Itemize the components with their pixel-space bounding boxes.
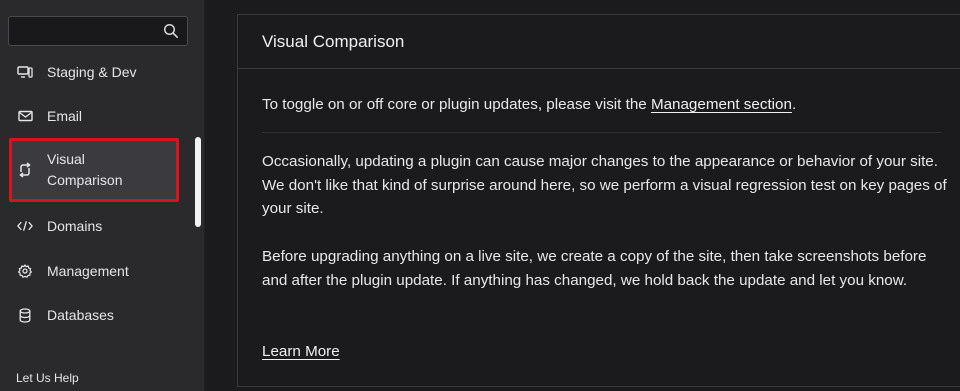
sync-arrows-icon — [17, 162, 33, 178]
management-section-link[interactable]: Management section — [651, 96, 792, 113]
panel-title: Visual Comparison — [262, 32, 405, 51]
sidebar-item-label: Databases — [47, 307, 114, 323]
paragraph-description: Occasionally, updating a plugin can caus… — [262, 153, 947, 217]
search-icon[interactable] — [163, 23, 179, 39]
sidebar-item-label: Visual Comparison — [47, 151, 123, 188]
search-box[interactable] — [8, 16, 188, 46]
sidebar-scrollbar[interactable] — [195, 137, 201, 227]
gear-icon — [17, 263, 33, 279]
intro-text: To toggle on or off core or plugin updat… — [262, 93, 952, 117]
learn-more-link[interactable]: Learn More — [262, 343, 340, 360]
search-input[interactable] — [9, 17, 175, 45]
intro-prefix: To toggle on or off core or plugin updat… — [262, 96, 651, 113]
envelope-icon — [17, 108, 33, 124]
monitor-icon — [17, 64, 33, 80]
sidebar-item-label: Staging & Dev — [47, 64, 137, 80]
sidebar-item-label: Domains — [47, 218, 103, 234]
sidebar-item-management[interactable]: Management — [10, 261, 180, 281]
sidebar-item-label: Email — [47, 108, 83, 124]
help-section-label: Let Us Help — [16, 371, 79, 385]
database-icon — [17, 307, 33, 323]
code-icon — [17, 218, 33, 234]
sidebar-item-label: Management — [47, 263, 129, 279]
intro-suffix: . — [791, 96, 797, 113]
sidebar-item-databases[interactable]: Databases — [10, 305, 180, 325]
visual-comparison-panel: Visual Comparison To toggle on or off co… — [237, 14, 960, 387]
paragraph-process: Before upgrading anything on a live site… — [262, 248, 927, 289]
learn-more-text: Learn More — [262, 340, 340, 364]
sidebar-item-visual-comparison[interactable]: Visual Comparison — [9, 138, 179, 202]
sidebar-item-staging-dev[interactable]: Staging & Dev — [10, 62, 180, 82]
sidebar: Staging & Dev Email Visual Comparison Do… — [0, 0, 205, 391]
divider — [262, 132, 942, 133]
panel-header: Visual Comparison — [238, 15, 960, 69]
sidebar-item-email[interactable]: Email — [10, 106, 180, 126]
sidebar-item-domains[interactable]: Domains — [10, 216, 180, 236]
